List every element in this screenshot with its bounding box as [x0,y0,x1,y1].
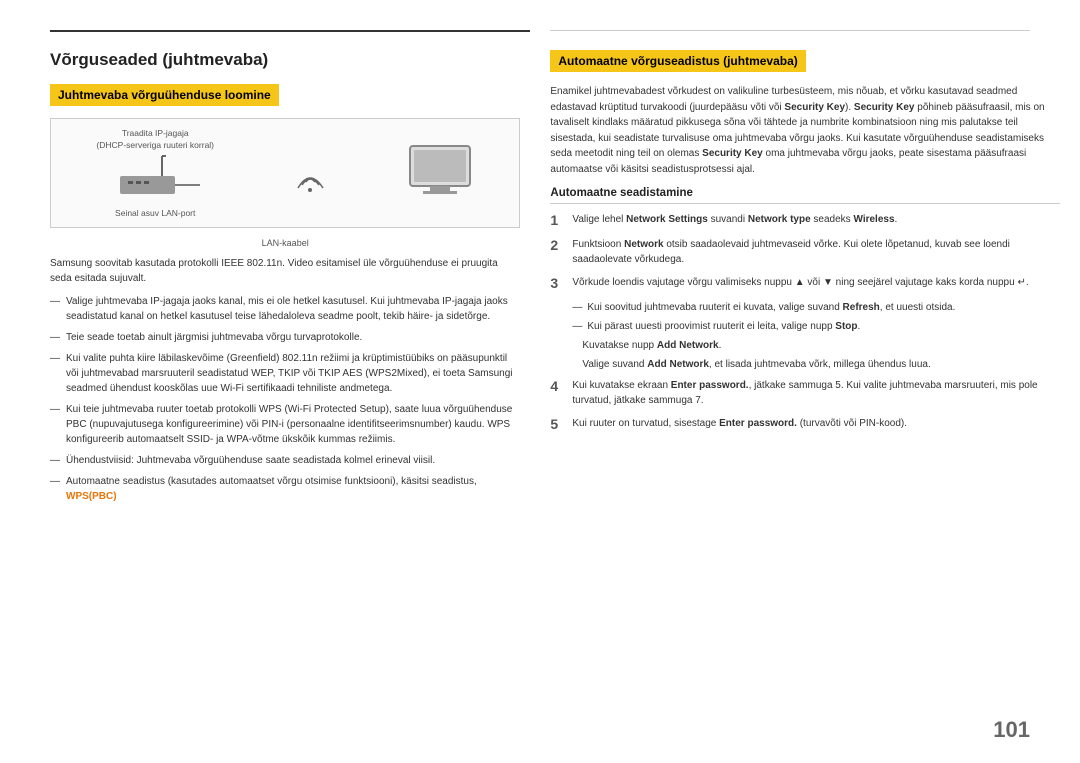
bullet-1: — Valige juhtmevaba IP-jagaja jaoks kana… [50,294,520,324]
wifi-arcs-svg [293,153,328,193]
step-1: 1 Valige lehel Network Settings suvandi … [550,212,1060,229]
top-bar-left [50,30,530,32]
left-body-text: Samsung soovitab kasutada protokolli IEE… [50,256,520,286]
security-key-1: Security Key [784,102,845,113]
add-network-label-1: Add Network [657,340,719,351]
bullet-5: — Ühendustviisid: Juhtmevaba võrguühendu… [50,453,520,468]
stop-label: Stop [835,321,857,332]
bullet-3: — Kui valite puhta kiire läbilaskevõime … [50,351,520,396]
auto-setup-title: Automaatne seadistamine [550,187,1060,204]
router-label: Traadita IP-jagaja (DHCP-serveriga ruute… [96,128,214,152]
right-body-text: Enamikel juhtmevabadest võrkudest on val… [550,84,1060,177]
sub-bullet-4: Valige suvand Add Network, et lisada juh… [550,357,1060,372]
bullet-6: — Automaatne seadistus (kasutades automa… [50,474,520,504]
right-subsection-title: Automaatne võrguseadistus (juhtmevaba) [550,50,805,72]
refresh-label: Refresh [843,302,880,313]
wireless-label: Wireless [853,214,894,225]
diagram-router-section: Traadita IP-jagaja (DHCP-serveriga ruute… [95,128,215,219]
bullet-4: — Kui teie juhtmevaba ruuter toetab prot… [50,402,520,447]
top-bar-right [550,30,1030,32]
network-settings-label: Network Settings [626,214,708,225]
lan-cable-label: LAN-kaabel [50,238,520,248]
step-5: 5 Kui ruuter on turvatud, sisestage Ente… [550,416,1060,433]
sub-bullet-2: — Kui pärast uuesti proovimist ruuterit … [550,319,1060,334]
enter-password-label-2: Enter password. [719,418,797,429]
wifi-waves-section [293,153,328,193]
add-network-label-2: Add Network [647,359,709,370]
enter-password-label-1: Enter password. [671,380,749,391]
security-key-2: Security Key [854,102,915,113]
router-svg [110,151,200,206]
sub-bullet-1: — Kui soovitud juhtmevaba ruuterit ei ku… [550,300,1060,315]
network-diagram: Traadita IP-jagaja (DHCP-serveriga ruute… [50,118,520,228]
bullet-2: — Teie seade toetab ainult järgmisi juht… [50,330,520,345]
left-section-title: Võrguseaded (juhtmevaba) [50,50,520,70]
left-column: Võrguseaded (juhtmevaba) Juhtmevaba võrg… [50,50,520,733]
step-4: 4 Kui kuvatakse ekraan Enter password., … [550,378,1060,408]
step-2: 2 Funktsioon Network otsib saadaolevaid … [550,237,1060,267]
top-dividers [50,30,1030,32]
page-number: 101 [993,717,1030,743]
diagram-tv-section [405,141,475,206]
network-label: Network [624,239,663,250]
sub-bullet-3: Kuvatakse nupp Add Network. [550,338,1060,353]
wps-label: WPS(PBC) [66,491,117,502]
step-3: 3 Võrkude loendis vajutage võrgu valimis… [550,275,1060,292]
security-key-3: Security Key [702,148,763,159]
tv-svg [405,141,475,206]
seinal-label: Seinal asuv LAN-port [115,208,195,218]
network-type-label: Network type [748,214,811,225]
right-column: Automaatne võrguseadistus (juhtmevaba) E… [550,50,1060,733]
left-subsection-title: Juhtmevaba võrguühenduse loomine [50,84,279,106]
